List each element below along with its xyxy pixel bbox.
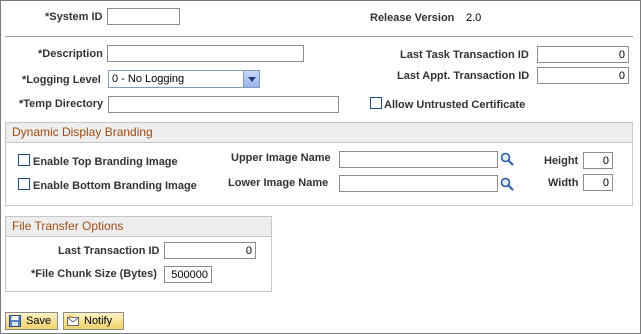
last-appt-transaction-label: Last Appt. Transaction ID: [397, 70, 530, 82]
save-disk-icon: [9, 315, 21, 327]
magnifier-icon[interactable]: [500, 177, 514, 191]
save-button[interactable]: Save: [5, 312, 58, 330]
chevron-down-icon[interactable]: [243, 71, 259, 87]
enable-top-branding-label: Enable Top Branding Image: [33, 156, 178, 168]
divider: [5, 36, 633, 37]
temp-directory-input[interactable]: [108, 96, 339, 113]
last-transaction-id-label: Last Transaction ID: [58, 245, 160, 257]
save-button-label: Save: [26, 315, 52, 327]
file-transfer-group-title: File Transfer Options: [6, 217, 271, 237]
enable-bottom-branding-label: Enable Bottom Branding Image: [33, 180, 197, 192]
file-chunk-size-label: *File Chunk Size (Bytes): [31, 268, 157, 280]
temp-directory-label: *Temp Directory: [19, 98, 104, 110]
branding-group-title: Dynamic Display Branding: [6, 123, 632, 143]
lower-image-name-input[interactable]: [339, 175, 498, 192]
description-label: *Description: [38, 48, 103, 60]
notify-icon: [67, 315, 79, 326]
logging-level-label: *Logging Level: [22, 74, 101, 86]
upper-image-name-input[interactable]: [339, 151, 498, 168]
width-label: Width: [548, 177, 579, 189]
height-input[interactable]: [583, 152, 613, 169]
upper-image-name-label: Upper Image Name: [231, 152, 331, 164]
enable-bottom-branding-checkbox[interactable]: [18, 178, 30, 190]
notify-button-label: Notify: [84, 315, 113, 327]
last-task-transaction-input[interactable]: [537, 46, 629, 63]
lower-image-name-label: Lower Image Name: [228, 177, 329, 189]
last-transaction-id-input[interactable]: [164, 242, 256, 259]
magnifier-icon[interactable]: [500, 152, 514, 166]
height-label: Height: [544, 155, 579, 167]
last-appt-transaction-input[interactable]: [537, 67, 629, 84]
description-input[interactable]: [107, 45, 304, 62]
release-version-label: Release Version: [370, 12, 455, 24]
enable-top-branding-checkbox[interactable]: [18, 154, 30, 166]
notify-button[interactable]: Notify: [63, 312, 124, 330]
release-version-value: 2.0: [466, 12, 482, 24]
width-input[interactable]: [583, 174, 613, 191]
system-id-label: *System ID: [45, 11, 103, 23]
file-chunk-size-input[interactable]: [164, 266, 212, 283]
allow-untrusted-certificate-label: Allow Untrusted Certificate: [384, 99, 526, 111]
last-task-transaction-label: Last Task Transaction ID: [400, 49, 529, 61]
logging-level-value: 0 - No Logging: [112, 73, 185, 85]
logging-level-select[interactable]: 0 - No Logging: [108, 70, 260, 88]
system-id-input[interactable]: [107, 8, 180, 25]
allow-untrusted-certificate-checkbox[interactable]: [370, 97, 382, 109]
